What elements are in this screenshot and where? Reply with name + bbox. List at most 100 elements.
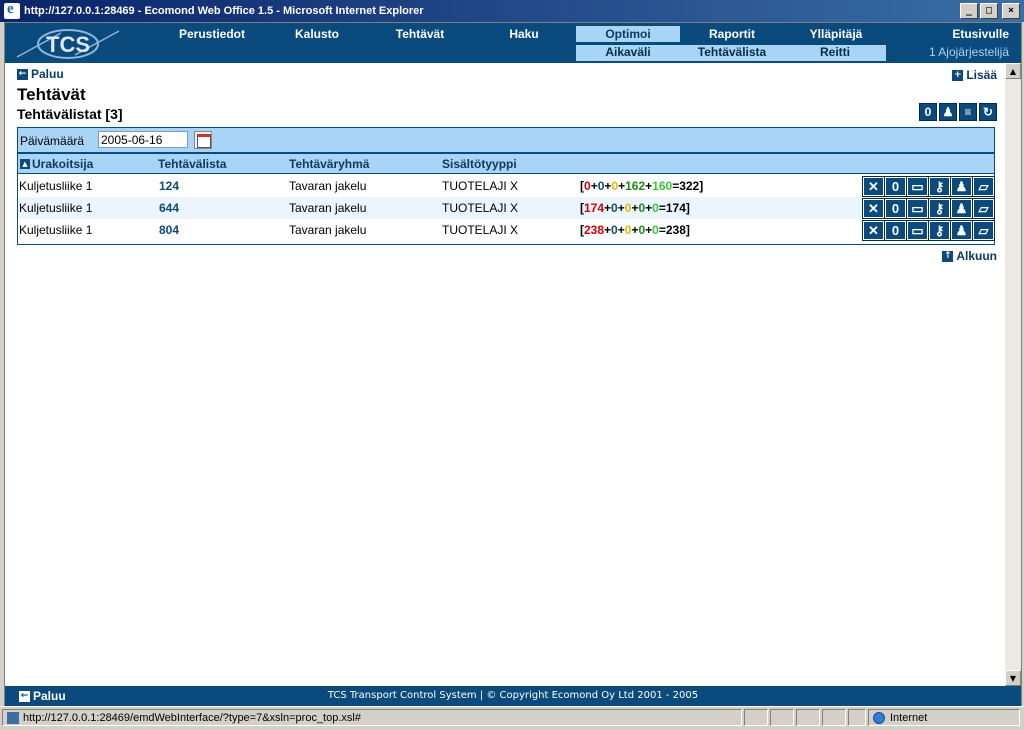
header-tehtavalista[interactable]: Tehtävälista [158,157,226,171]
date-filter-bar: Päivämäärä [18,128,994,154]
task-list-link[interactable]: 124 [159,179,179,193]
page-title: Tehtävät [17,85,86,104]
contractor-cell: Kuljetusliike 1 [19,201,93,215]
worker-icon[interactable]: ♟ [939,103,957,121]
row-actions: ✕ 0 ▭ ⚷ ♟ ▱ [862,176,995,197]
toolbar: 0 ♟ ≡ ↻ [919,103,997,121]
scroll-up-icon[interactable]: ▲ [1005,63,1021,79]
calendar-icon[interactable] [194,131,212,149]
subnav-aikavali[interactable]: Aikaväli [576,45,680,61]
task-list-link[interactable]: 804 [159,223,179,237]
table-row: Kuljetusliike 1 124 Tavaran jakelu TUOTE… [18,175,995,197]
delete-icon[interactable]: ✕ [862,176,885,197]
vertical-scrollbar[interactable]: ▲ ▼ [1005,63,1021,686]
key-icon[interactable]: ⚷ [928,198,951,219]
refresh-icon[interactable]: ↻ [979,103,997,121]
group-cell: Tavaran jakelu [289,179,367,193]
nav-perustiedot[interactable]: Perustiedot [157,26,267,42]
status-pane [796,709,820,726]
to-top-icon: ↑ [942,250,954,262]
row-actions: ✕ 0 ▭ ⚷ ♟ ▱ [862,198,995,219]
sum-cell: [238+0+0+0+0=238] [580,223,690,237]
add-link[interactable]: + Lisää [952,68,997,82]
minimize-button[interactable]: _ [960,3,978,19]
page-footer: ← Paluu TCS Transport Control System | ©… [5,686,1021,706]
worker-icon[interactable]: ♟ [950,176,973,197]
to-top-link[interactable]: ↑ Alkuun [942,249,997,263]
header-urakoitsija[interactable]: ▲ Urakoitsija [20,157,93,171]
nav-optimoi[interactable]: Optimoi [576,26,680,42]
nav-kalusto[interactable]: Kalusto [267,26,367,42]
sum-cell: [0+0+0+162+160=322] [580,179,704,193]
nav-haku[interactable]: Haku [473,26,575,42]
status-pane [848,709,866,726]
page-icon [7,711,19,724]
group-cell: Tavaran jakelu [289,201,367,215]
nav-etusivulle[interactable]: Etusivulle [952,26,1009,42]
zero-icon[interactable]: 0 [919,103,937,121]
zero-icon[interactable]: 0 [884,198,907,219]
zero-icon[interactable]: 0 [884,220,907,241]
ie-icon [4,1,20,19]
table-row: Kuljetusliike 1 804 Tavaran jakelu TUOTE… [18,219,995,241]
close-button[interactable]: × [1002,3,1020,19]
browser-viewport: TCS Perustiedot Kalusto Tehtävät Haku Op… [4,22,1022,707]
date-label: Päivämäärä [20,134,85,148]
page-subtitle: Tehtävälistat [3] [17,106,123,122]
row-actions: ✕ 0 ▭ ⚷ ♟ ▱ [862,220,995,241]
worker-icon[interactable]: ♟ [950,220,973,241]
type-cell: TUOTELAJI X [442,223,519,237]
subnav-tehtavalista[interactable]: Tehtävälista [680,45,784,61]
back-link[interactable]: ← Paluu [17,67,64,81]
folder-icon[interactable]: ▱ [972,198,995,219]
scroll-down-icon[interactable]: ▼ [1005,670,1021,686]
nav-tehtavat[interactable]: Tehtävät [367,26,473,42]
status-url: http://127.0.0.1:28469/emdWebInterface/?… [2,709,742,726]
folder-icon[interactable]: ▱ [972,176,995,197]
main-content: ← Paluu + Lisää Tehtävät Tehtävälistat [… [5,63,1003,686]
folder-icon[interactable]: ▱ [972,220,995,241]
subnav-reitti[interactable]: Reitti [784,45,886,61]
user-role: 1 Ajojärjestelijä [928,45,1009,59]
nav-raportit[interactable]: Raportit [680,26,784,42]
window-title: http://127.0.0.1:28469 - Ecomond Web Off… [24,5,424,17]
contractor-cell: Kuljetusliike 1 [19,179,93,193]
date-input[interactable] [98,131,188,148]
type-cell: TUOTELAJI X [442,179,519,193]
task-list-link[interactable]: 644 [159,201,179,215]
truck-icon[interactable]: ▭ [906,220,929,241]
globe-icon [873,711,885,724]
tcs-logo: TCS [16,29,120,59]
status-zone: Internet [868,709,1020,726]
key-icon[interactable]: ⚷ [928,220,951,241]
zero-icon[interactable]: 0 [884,176,907,197]
window-titlebar: http://127.0.0.1:28469 - Ecomond Web Off… [0,0,1024,22]
sum-cell: [174+0+0+0+0=174] [580,201,690,215]
delete-icon[interactable]: ✕ [862,220,885,241]
footer-copyright: TCS Transport Control System | © Copyrig… [327,690,699,701]
maximize-button[interactable]: □ [980,3,998,19]
document-icon[interactable]: ≡ [959,103,977,121]
type-cell: TUOTELAJI X [442,201,519,215]
status-pane [744,709,768,726]
group-cell: Tavaran jakelu [289,223,367,237]
plus-icon: + [952,69,964,81]
nav-yllapitaja[interactable]: Ylläpitäjä [784,26,888,42]
svg-text:TCS: TCS [46,32,90,57]
sort-up-icon: ▲ [20,159,30,169]
status-pane [770,709,794,726]
top-navigation: TCS Perustiedot Kalusto Tehtävät Haku Op… [5,23,1021,63]
back-arrow-icon: ← [17,68,28,80]
key-icon[interactable]: ⚷ [928,176,951,197]
browser-statusbar: http://127.0.0.1:28469/emdWebInterface/?… [0,706,1024,730]
table-header: ▲ Urakoitsija Tehtävälista Tehtäväryhmä … [18,154,994,174]
delete-icon[interactable]: ✕ [862,198,885,219]
table-row: Kuljetusliike 1 644 Tavaran jakelu TUOTE… [18,197,995,219]
header-tehtavaryhma[interactable]: Tehtäväryhmä [289,157,369,171]
status-pane [822,709,846,726]
header-sisaltotyyppi[interactable]: Sisältötyyppi [442,157,517,171]
subnav-bar: Aikaväli Tehtävälista Reitti [576,45,886,61]
worker-icon[interactable]: ♟ [950,198,973,219]
truck-icon[interactable]: ▭ [906,176,929,197]
truck-icon[interactable]: ▭ [906,198,929,219]
